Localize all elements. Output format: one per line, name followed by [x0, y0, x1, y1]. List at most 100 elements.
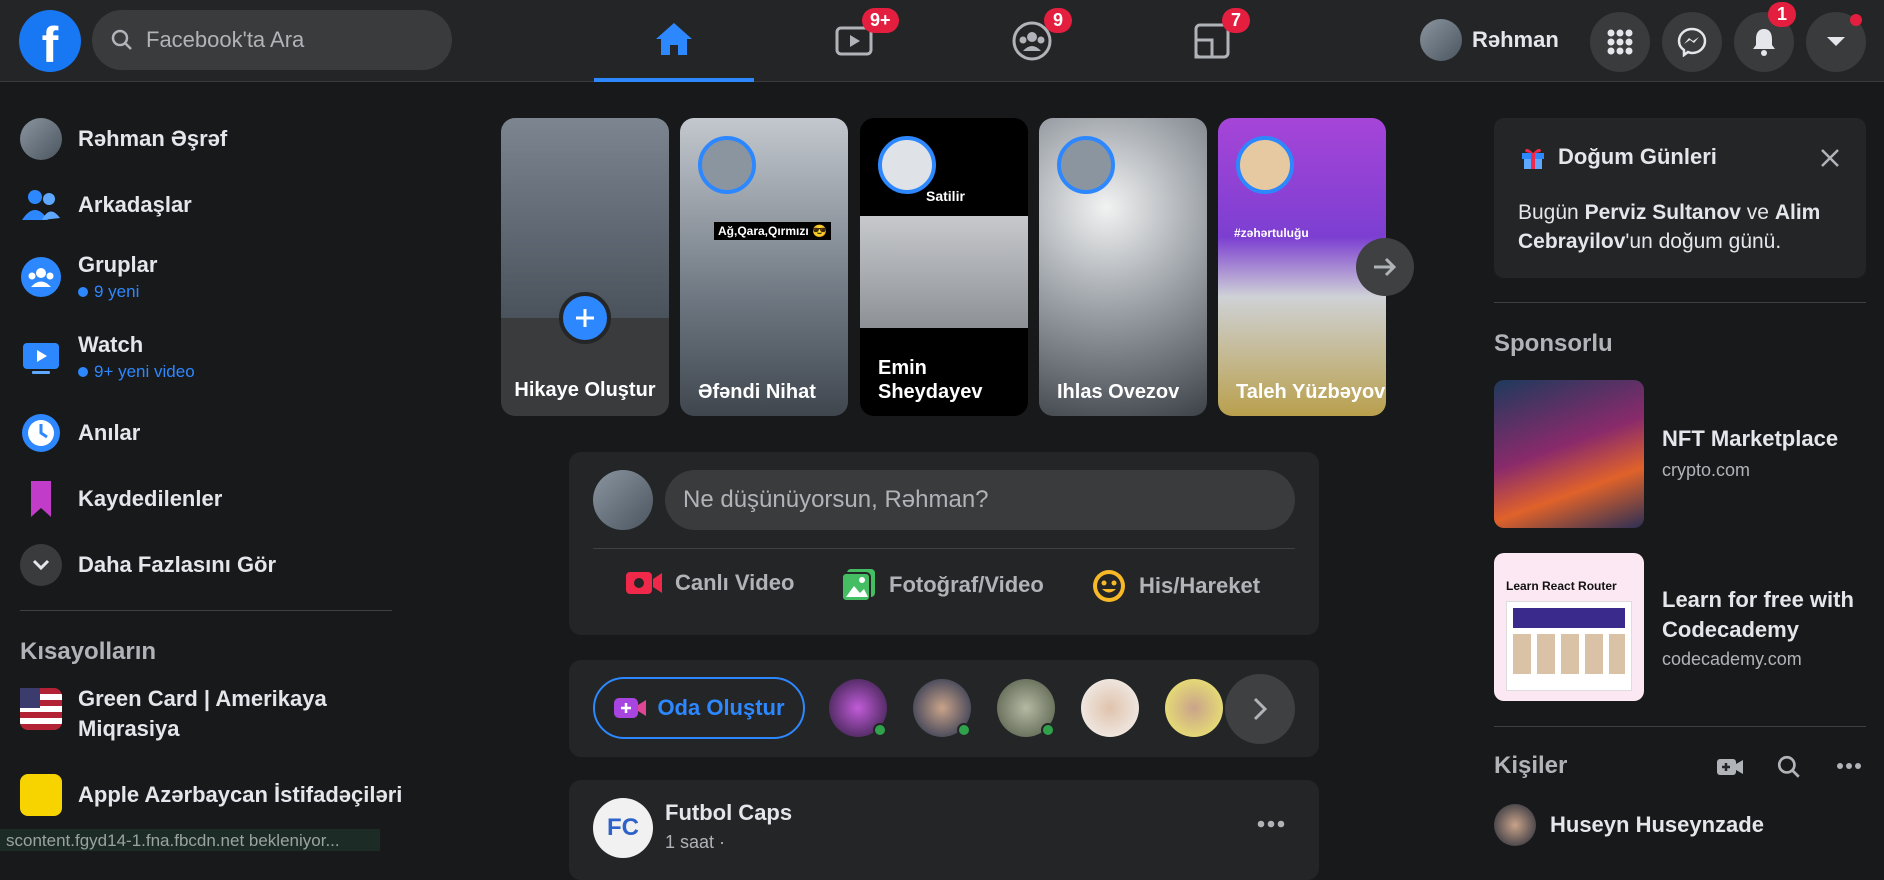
ad-domain: codecademy.com	[1662, 649, 1802, 669]
ad-title: Learn for free with Codecademy	[1662, 587, 1854, 642]
rooms-next-button[interactable]	[1225, 674, 1295, 744]
post-author-avatar[interactable]: FC	[593, 798, 653, 858]
facebook-logo-letter: f	[41, 17, 59, 73]
story-avatar	[1057, 136, 1115, 194]
story-name: Taleh Yüzbəyov	[1236, 381, 1386, 403]
home-icon	[656, 23, 692, 55]
room-avatar[interactable]	[1081, 679, 1139, 737]
room-video-icon	[614, 698, 647, 718]
composer-input[interactable]: Ne düşünüyorsun, Rəhman?	[665, 470, 1295, 530]
video-camera-icon	[626, 572, 662, 594]
facebook-logo[interactable]: f	[19, 10, 81, 73]
tab-gaming[interactable]: 7	[1132, 0, 1292, 82]
search-box[interactable]	[92, 10, 452, 70]
ad-thumbnail	[1494, 380, 1644, 528]
story-create[interactable]: Hikaye Oluştur	[501, 118, 669, 416]
photo-video-button[interactable]: Fotoğraf/Video	[841, 568, 1044, 602]
sidebar-item-sub: 9+ yeni video	[78, 362, 195, 382]
sidebar-item-label: Anılar	[78, 420, 141, 445]
ad-title: NFT Marketplace	[1662, 426, 1839, 451]
close-icon[interactable]	[1820, 148, 1840, 168]
profile-chip[interactable]: Rəhman	[1420, 14, 1559, 66]
watch-icon	[23, 343, 59, 374]
gift-icon	[1522, 148, 1544, 169]
story-card[interactable]: Ağ,Qara,Qırmızı 😎 Əfəndi Nihat	[680, 118, 848, 416]
arrow-right-icon	[1374, 257, 1397, 277]
sidebar-item-label: Watch	[78, 332, 144, 357]
top-navigation-bar: f 9+ 9 7 Rəhman 1	[0, 0, 1884, 82]
birthdays-title: Doğum Günleri	[1558, 144, 1717, 169]
tab-home[interactable]	[594, 0, 754, 82]
create-room-button[interactable]: Oda Oluştur	[593, 677, 805, 739]
notifications-button[interactable]: 1	[1734, 2, 1796, 72]
birthday-text-part: 'un doğum günü.	[1625, 230, 1782, 253]
birthday-text: Bugün Perviz Sultanov ve Alim Cebrayilov…	[1518, 198, 1848, 256]
watch-badge: 9+	[862, 8, 899, 33]
new-room-icon[interactable]	[1716, 756, 1744, 778]
composer-divider	[593, 548, 1295, 549]
photo-video-label: Fotoğraf/Video	[889, 572, 1044, 597]
avatar	[20, 118, 62, 160]
sidebar-item-memories[interactable]: Anılar	[20, 412, 140, 454]
room-avatar[interactable]	[1165, 679, 1223, 737]
sidebar-item-sub: 9 yeni	[78, 282, 157, 302]
sidebar-item-label: Kaydedilenler	[78, 486, 223, 511]
sidebar-item-groups[interactable]: Gruplar 9 yeni	[20, 252, 157, 302]
account-button[interactable]	[1806, 12, 1866, 72]
story-avatar	[1236, 136, 1294, 194]
friends-icon	[22, 190, 60, 220]
story-card[interactable]: Ihlas Ovezov	[1039, 118, 1207, 416]
right-divider	[1494, 302, 1866, 303]
sidebar-item-profile[interactable]: Rəhman Əşrəf	[20, 118, 227, 160]
plus-icon[interactable]	[559, 292, 611, 344]
sidebar-item-friends[interactable]: Arkadaşlar	[20, 184, 192, 226]
shortcut-label: Green Card | Amerikaya Miqrasiya	[78, 686, 327, 741]
search-icon[interactable]	[1776, 754, 1802, 780]
account-dot	[1850, 14, 1862, 26]
more-options-icon[interactable]	[1257, 820, 1285, 828]
post-author-name[interactable]: Futbol Caps	[665, 800, 792, 826]
search-icon	[111, 29, 132, 50]
story-avatar	[878, 136, 936, 194]
clock-icon	[22, 414, 60, 452]
ad-thumbnail-screen	[1506, 601, 1632, 691]
search-input[interactable]	[146, 27, 426, 53]
online-dot	[1041, 723, 1055, 737]
online-dot	[873, 723, 887, 737]
story-card[interactable]: Satilir Emin Sheydayev	[860, 118, 1028, 416]
stories-next-button[interactable]	[1356, 238, 1414, 296]
more-options-icon[interactable]	[1836, 762, 1862, 770]
shortcut-item[interactable]: Green Card | Amerikaya Miqrasiya	[20, 686, 378, 744]
shortcut-label: Apple Azərbaycan İstifadəçiləri	[78, 782, 403, 807]
contacts-title: Kişiler	[1494, 752, 1568, 779]
post-time[interactable]: 1 saat ·	[665, 832, 725, 853]
messenger-icon	[1677, 27, 1707, 57]
menu-button[interactable]	[1590, 12, 1650, 72]
ad-item[interactable]: NFT Marketplace crypto.com	[1494, 380, 1866, 530]
sidebar-item-label: Rəhman Əşrəf	[78, 126, 228, 151]
chevron-down-icon	[20, 544, 62, 586]
story-name: Emin Sheydayev	[878, 357, 983, 403]
sponsored-title: Sponsorlu	[1494, 330, 1613, 357]
chevron-right-icon	[1253, 697, 1268, 721]
tab-groups[interactable]: 9	[952, 0, 1112, 82]
sidebar-item-see-more[interactable]: Daha Fazlasını Gör	[20, 544, 276, 586]
birthday-person[interactable]: Perviz Sultanov	[1585, 201, 1741, 224]
smiley-icon	[1093, 570, 1125, 602]
sidebar-item-watch[interactable]: Watch 9+ yeni video	[20, 332, 195, 382]
birthday-text-part: Bugün	[1518, 201, 1585, 224]
grid-menu-icon	[1607, 29, 1633, 55]
shortcut-item[interactable]: Apple Azərbaycan İstifadəçiləri	[20, 774, 402, 816]
feeling-button[interactable]: His/Hareket	[1091, 568, 1260, 604]
messenger-button[interactable]	[1662, 12, 1722, 72]
sidebar-item-saved[interactable]: Kaydedilenler	[20, 478, 222, 520]
ad-item[interactable]: Learn React Router Learn for free with C…	[1494, 553, 1866, 703]
tab-watch[interactable]: 9+	[774, 0, 934, 82]
gaming-badge: 7	[1222, 8, 1250, 33]
contact-item[interactable]: Huseyn Huseynzade	[1494, 804, 1764, 846]
live-video-button[interactable]: Canlı Video	[625, 568, 794, 598]
live-video-label: Canlı Video	[675, 570, 795, 595]
post-card: FC Futbol Caps 1 saat ·	[569, 780, 1319, 880]
sidebar-item-label: Arkadaşlar	[78, 192, 192, 217]
contact-name: Huseyn Huseynzade	[1550, 812, 1764, 837]
